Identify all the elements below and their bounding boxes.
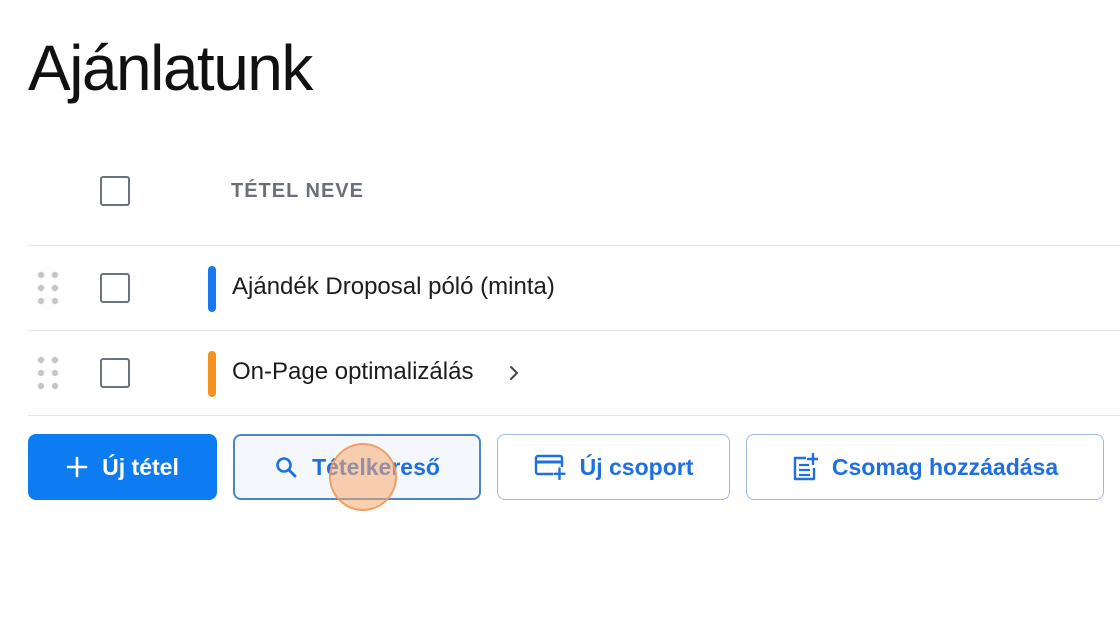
add-list-icon bbox=[793, 453, 818, 481]
page: Ajánlatunk TÉTEL NEVE Ajándék Droposal p… bbox=[0, 0, 1120, 626]
page-title: Ajánlatunk bbox=[28, 32, 313, 104]
row-checkbox[interactable] bbox=[100, 358, 130, 388]
new-item-button[interactable]: Új tétel bbox=[28, 434, 217, 500]
item-search-label: Tételkereső bbox=[312, 453, 440, 480]
row-item-name[interactable]: Ajándék Droposal póló (minta) bbox=[232, 273, 555, 301]
row-item-name: On-Page optimalizálás bbox=[232, 358, 474, 385]
row-color-indicator bbox=[208, 266, 216, 312]
plus-icon bbox=[66, 456, 88, 478]
new-group-label: Új csoport bbox=[579, 453, 694, 480]
table-row[interactable]: Ajándék Droposal póló (minta) bbox=[28, 246, 1120, 331]
add-package-button[interactable]: Csomag hozzáadása bbox=[746, 434, 1104, 500]
row-color-indicator bbox=[208, 351, 216, 397]
search-icon bbox=[276, 457, 297, 478]
action-buttons: Új tétel Tételkereső Új csoport Csomag h… bbox=[28, 434, 1104, 511]
row-item-name-group[interactable]: On-Page optimalizálás bbox=[232, 358, 520, 386]
table-header-row: TÉTEL NEVE bbox=[28, 148, 1120, 246]
new-group-button[interactable]: Új csoport bbox=[497, 434, 730, 500]
add-card-icon bbox=[534, 454, 566, 480]
chevron-right-icon[interactable] bbox=[508, 364, 520, 382]
add-package-label: Csomag hozzáadása bbox=[831, 453, 1059, 480]
table-row[interactable]: On-Page optimalizálás bbox=[28, 331, 1120, 416]
new-item-label: Új tétel bbox=[102, 453, 179, 480]
row-checkbox[interactable] bbox=[100, 273, 130, 303]
items-table: TÉTEL NEVE Ajándék Droposal póló (minta)… bbox=[28, 148, 1120, 416]
select-all-checkbox[interactable] bbox=[100, 176, 130, 206]
item-search-button[interactable]: Tételkereső bbox=[233, 434, 481, 511]
column-header-item-name: TÉTEL NEVE bbox=[231, 180, 364, 202]
drag-handle-icon[interactable] bbox=[37, 356, 59, 390]
drag-handle-icon[interactable] bbox=[37, 271, 59, 305]
